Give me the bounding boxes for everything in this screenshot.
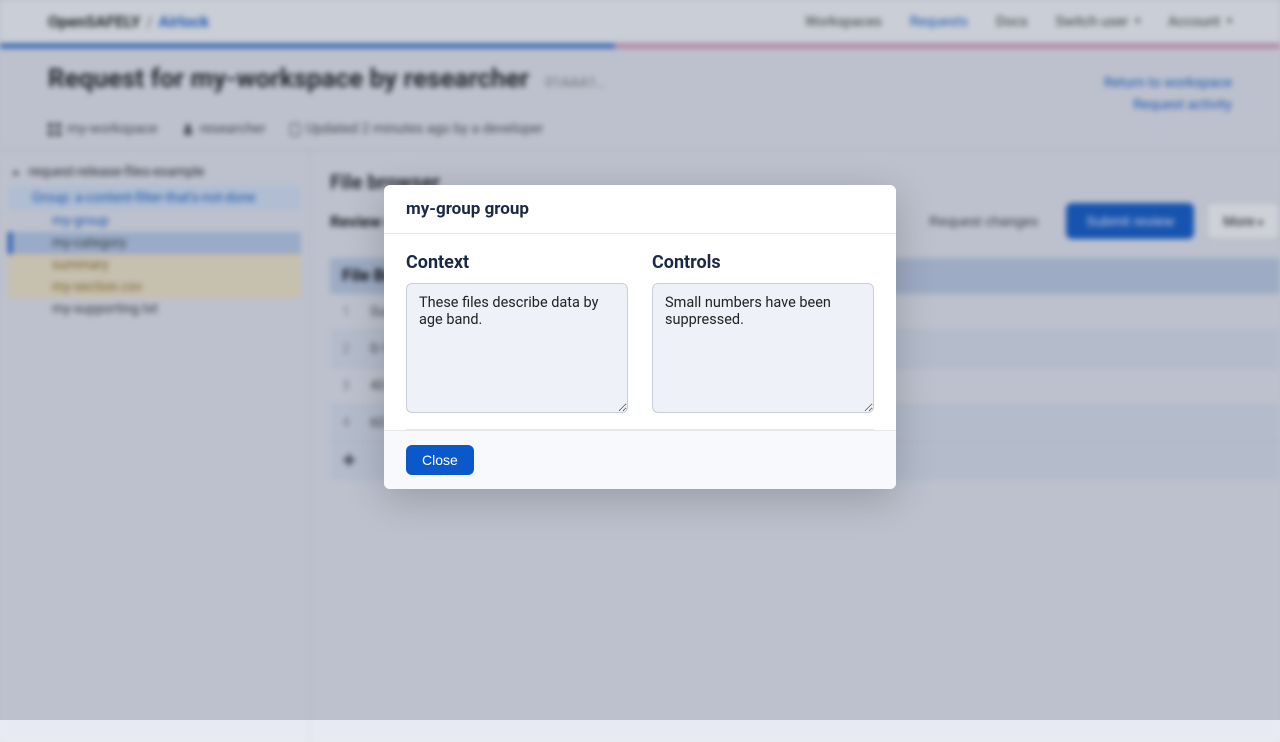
modal-overlay[interactable]: my-group group Context Controls Close [0, 0, 1280, 720]
context-textarea[interactable] [406, 283, 628, 413]
group-modal: my-group group Context Controls Close [384, 185, 896, 489]
close-button[interactable]: Close [406, 445, 474, 475]
controls-textarea[interactable] [652, 283, 874, 413]
modal-title: my-group group [384, 185, 896, 234]
controls-label: Controls [652, 252, 874, 273]
context-label: Context [406, 252, 628, 273]
